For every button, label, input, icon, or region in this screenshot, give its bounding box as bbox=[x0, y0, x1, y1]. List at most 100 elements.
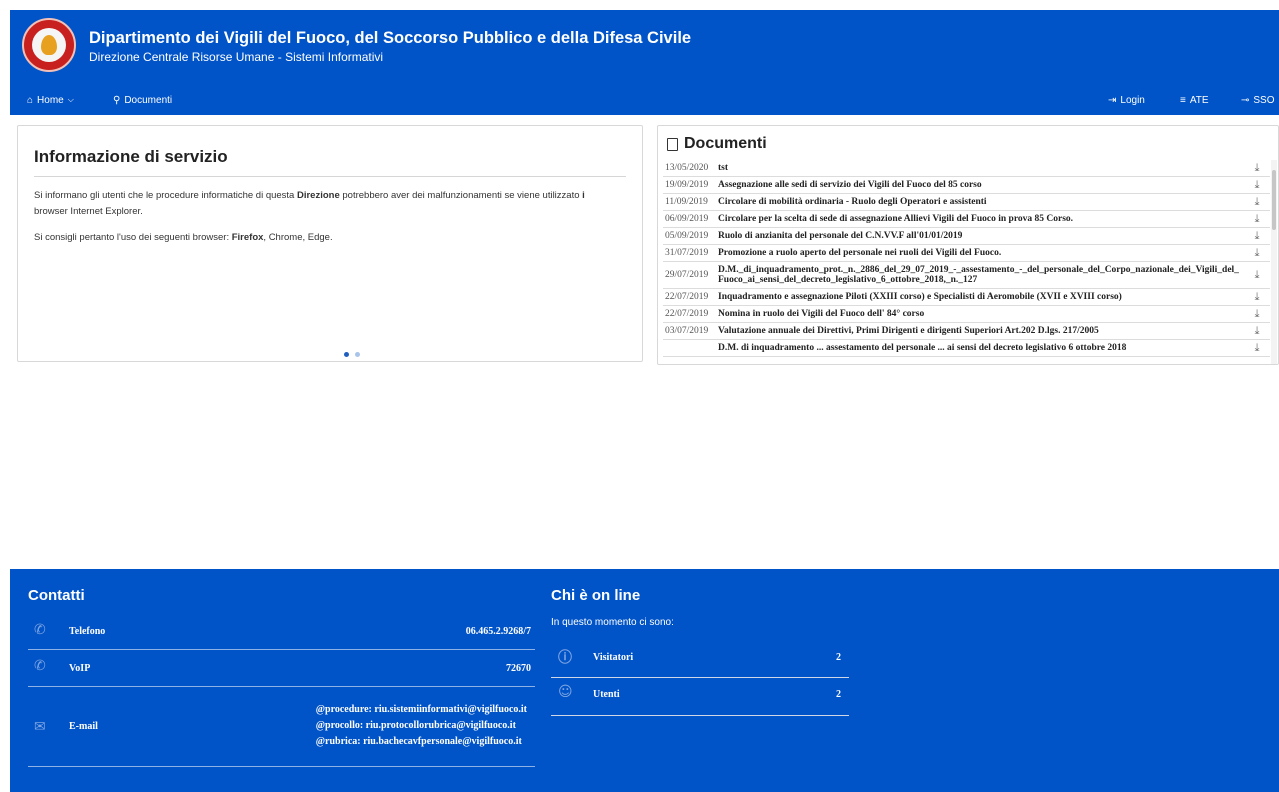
info-paragraph-1: Si informano gli utenti che le procedure… bbox=[34, 188, 628, 220]
document-date: 31/07/2019 bbox=[665, 248, 709, 258]
document-date: 06/09/2019 bbox=[665, 214, 709, 224]
online-row-utenti: ☺ Utenti 2 bbox=[551, 678, 849, 716]
nav-sso[interactable]: ⊸ SSO bbox=[1241, 92, 1275, 108]
contact-row-voip: ✆ VoIP 72670 bbox=[28, 650, 535, 687]
flame-icon bbox=[41, 35, 57, 55]
download-icon[interactable]: ⤓ bbox=[1244, 341, 1270, 355]
document-date: 22/07/2019 bbox=[665, 292, 709, 302]
document-link[interactable]: D.M._di_inquadramento_prot._n._2886_del_… bbox=[718, 262, 1244, 288]
info-title: Informazione di servizio bbox=[34, 147, 228, 166]
download-icon[interactable]: ⤓ bbox=[1244, 324, 1270, 338]
phone-icon: ✆ bbox=[34, 658, 46, 674]
visitatori-value: 2 bbox=[836, 652, 841, 663]
document-link[interactable]: Assegnazione alle sedi di servizio dei V… bbox=[718, 177, 1244, 193]
download-icon[interactable]: ⤓ bbox=[1244, 246, 1270, 260]
document-link[interactable]: Promozione a ruolo aperto del personale … bbox=[718, 245, 1244, 261]
nav-home-label: Home bbox=[37, 94, 64, 106]
download-icon[interactable]: ⤓ bbox=[1244, 212, 1270, 226]
nav-ate-label: ATE bbox=[1189, 94, 1209, 106]
key-icon: ⊸ bbox=[1241, 94, 1250, 106]
online-row-visitatori: ⓘ Visitatori 2 bbox=[551, 641, 849, 678]
document-row[interactable]: 19/09/2019 Assegnazione alle sedi di serv… bbox=[663, 177, 1270, 194]
nav-documenti[interactable]: ⚲ Documenti bbox=[113, 92, 172, 108]
document-row[interactable]: 29/07/2019 D.M._di_inquadramento_prot._n.… bbox=[663, 262, 1270, 289]
download-icon[interactable]: ⤓ bbox=[1244, 195, 1270, 209]
logo-emblem bbox=[32, 28, 66, 62]
scrollbar-thumb[interactable] bbox=[1272, 170, 1276, 230]
email-procedure[interactable]: @procedure: riu.sistemiinformativi@vigil… bbox=[316, 702, 527, 718]
nav-ate[interactable]: ≡ ATE bbox=[1180, 92, 1209, 108]
footer: Contatti ✆ Telefono 06.465.2.9268/7 ✆ Vo… bbox=[10, 569, 1279, 792]
document-row[interactable]: 05/09/2019 Ruolo di anzianita del persona… bbox=[663, 228, 1270, 245]
online-subtitle: In questo momento ci sono: bbox=[551, 617, 674, 628]
document-row[interactable]: 22/07/2019 Inquadramento e assegnazione P… bbox=[663, 289, 1270, 306]
document-date: 13/05/2020 bbox=[665, 163, 709, 173]
info-panel: Informazione di servizio Si informano gl… bbox=[17, 125, 643, 362]
info-text-bold: Direzione bbox=[296, 190, 340, 201]
download-icon[interactable]: ⤓ bbox=[1244, 307, 1270, 321]
site-subtitle: Direzione Centrale Risorse Umane - Siste… bbox=[89, 50, 384, 64]
document-link[interactable]: D.M. di inquadramento ... assestamento d… bbox=[718, 340, 1244, 356]
documents-scrollbar[interactable] bbox=[1271, 160, 1277, 364]
document-link[interactable]: Valutazione annuale dei Direttivi, Primi… bbox=[718, 323, 1244, 339]
download-icon[interactable]: ⤓ bbox=[1244, 268, 1270, 282]
info-text: browser Internet Explorer. bbox=[34, 206, 143, 217]
info-divider bbox=[34, 176, 626, 177]
chevron-down-icon: ⌵ bbox=[67, 95, 74, 104]
download-icon[interactable]: ⤓ bbox=[1244, 229, 1270, 243]
info-text-bold: Firefox bbox=[231, 232, 264, 243]
document-date: 29/07/2019 bbox=[665, 270, 709, 280]
document-row[interactable]: 13/05/2020 tst ⤓ bbox=[663, 160, 1270, 177]
document-link[interactable]: Ruolo di anzianita del personale del C.N… bbox=[718, 228, 1244, 244]
nav-login[interactable]: ⇥ Login bbox=[1108, 92, 1145, 108]
document-link[interactable]: Inquadramento e assegnazione Piloti (XXI… bbox=[718, 289, 1244, 305]
document-link[interactable]: tst bbox=[718, 160, 1244, 176]
carousel-dot-1[interactable] bbox=[344, 352, 349, 357]
document-link[interactable]: Nomina in ruolo dei Vigili del Fuoco del… bbox=[718, 306, 1244, 322]
contact-row-telefono: ✆ Telefono 06.465.2.9268/7 bbox=[28, 616, 535, 650]
document-link[interactable]: Circolare per la scelta di sede di asseg… bbox=[718, 211, 1244, 227]
info-text-bold: i bbox=[582, 190, 585, 201]
document-date: 03/07/2019 bbox=[665, 326, 709, 336]
user-icon: ☺ bbox=[558, 684, 573, 700]
documents-header: Documenti bbox=[667, 135, 767, 153]
utenti-label: Utenti bbox=[593, 689, 620, 700]
documents-list: 13/05/2020 tst ⤓ 19/09/2019 Assegnazione all… bbox=[663, 160, 1270, 357]
document-row[interactable]: 06/09/2019 Circolare per la scelta di sed… bbox=[663, 211, 1270, 228]
document-row[interactable]: 22/07/2019 Nomina in ruolo dei Vigili del… bbox=[663, 306, 1270, 323]
mail-icon: ✉ bbox=[34, 719, 46, 735]
document-link[interactable]: Circolare di mobilità ordinaria - Ruolo … bbox=[718, 194, 1244, 210]
header-bar: Dipartimento dei Vigili del Fuoco, del S… bbox=[10, 10, 1279, 115]
document-row[interactable]: D.M. di inquadramento ... assestamento d… bbox=[663, 340, 1270, 357]
email-protocollo[interactable]: @procollo: riu.protocollorubrica@vigilfu… bbox=[316, 718, 527, 734]
download-icon[interactable]: ⤓ bbox=[1244, 290, 1270, 304]
nav-login-label: Login bbox=[1120, 94, 1145, 106]
nav-home[interactable]: ⌂ Home ⌵ bbox=[27, 92, 74, 108]
telefono-value: 06.465.2.9268/7 bbox=[465, 626, 531, 637]
document-icon bbox=[667, 137, 678, 151]
document-date: 11/09/2019 bbox=[665, 197, 708, 207]
voip-value: 72670 bbox=[506, 663, 531, 674]
document-date: 19/09/2019 bbox=[665, 180, 709, 190]
carousel-indicators bbox=[344, 352, 360, 357]
carousel-dot-2[interactable] bbox=[355, 352, 360, 357]
utenti-value: 2 bbox=[836, 689, 841, 700]
voip-label: VoIP bbox=[69, 663, 91, 674]
list-icon: ≡ bbox=[1180, 94, 1186, 106]
download-icon[interactable]: ⤓ bbox=[1244, 161, 1270, 175]
contatti-title: Contatti bbox=[28, 587, 85, 604]
document-row[interactable]: 31/07/2019 Promozione a ruolo aperto del … bbox=[663, 245, 1270, 262]
fire-department-logo[interactable] bbox=[22, 18, 76, 72]
visitatori-label: Visitatori bbox=[593, 652, 634, 663]
document-date: 05/09/2019 bbox=[665, 231, 709, 241]
info-paragraph-2: Si consigli pertanto l'uso dei seguenti … bbox=[34, 230, 628, 246]
download-icon[interactable]: ⤓ bbox=[1244, 178, 1270, 192]
email-rubrica[interactable]: @rubrica: riu.bachecavfpersonale@vigilfu… bbox=[316, 734, 527, 750]
document-row[interactable]: 03/07/2019 Valutazione annuale dei Dirett… bbox=[663, 323, 1270, 340]
info-text: , Chrome, Edge. bbox=[263, 232, 333, 243]
document-row[interactable]: 11/09/2019 Circolare di mobilità ordinari… bbox=[663, 194, 1270, 211]
email-label: E-mail bbox=[69, 721, 98, 732]
documents-panel: Documenti 13/05/2020 tst ⤓ 19/09/2019 Assegn… bbox=[657, 125, 1279, 365]
online-title: Chi è on line bbox=[551, 587, 641, 604]
documents-title: Documenti bbox=[684, 135, 767, 152]
